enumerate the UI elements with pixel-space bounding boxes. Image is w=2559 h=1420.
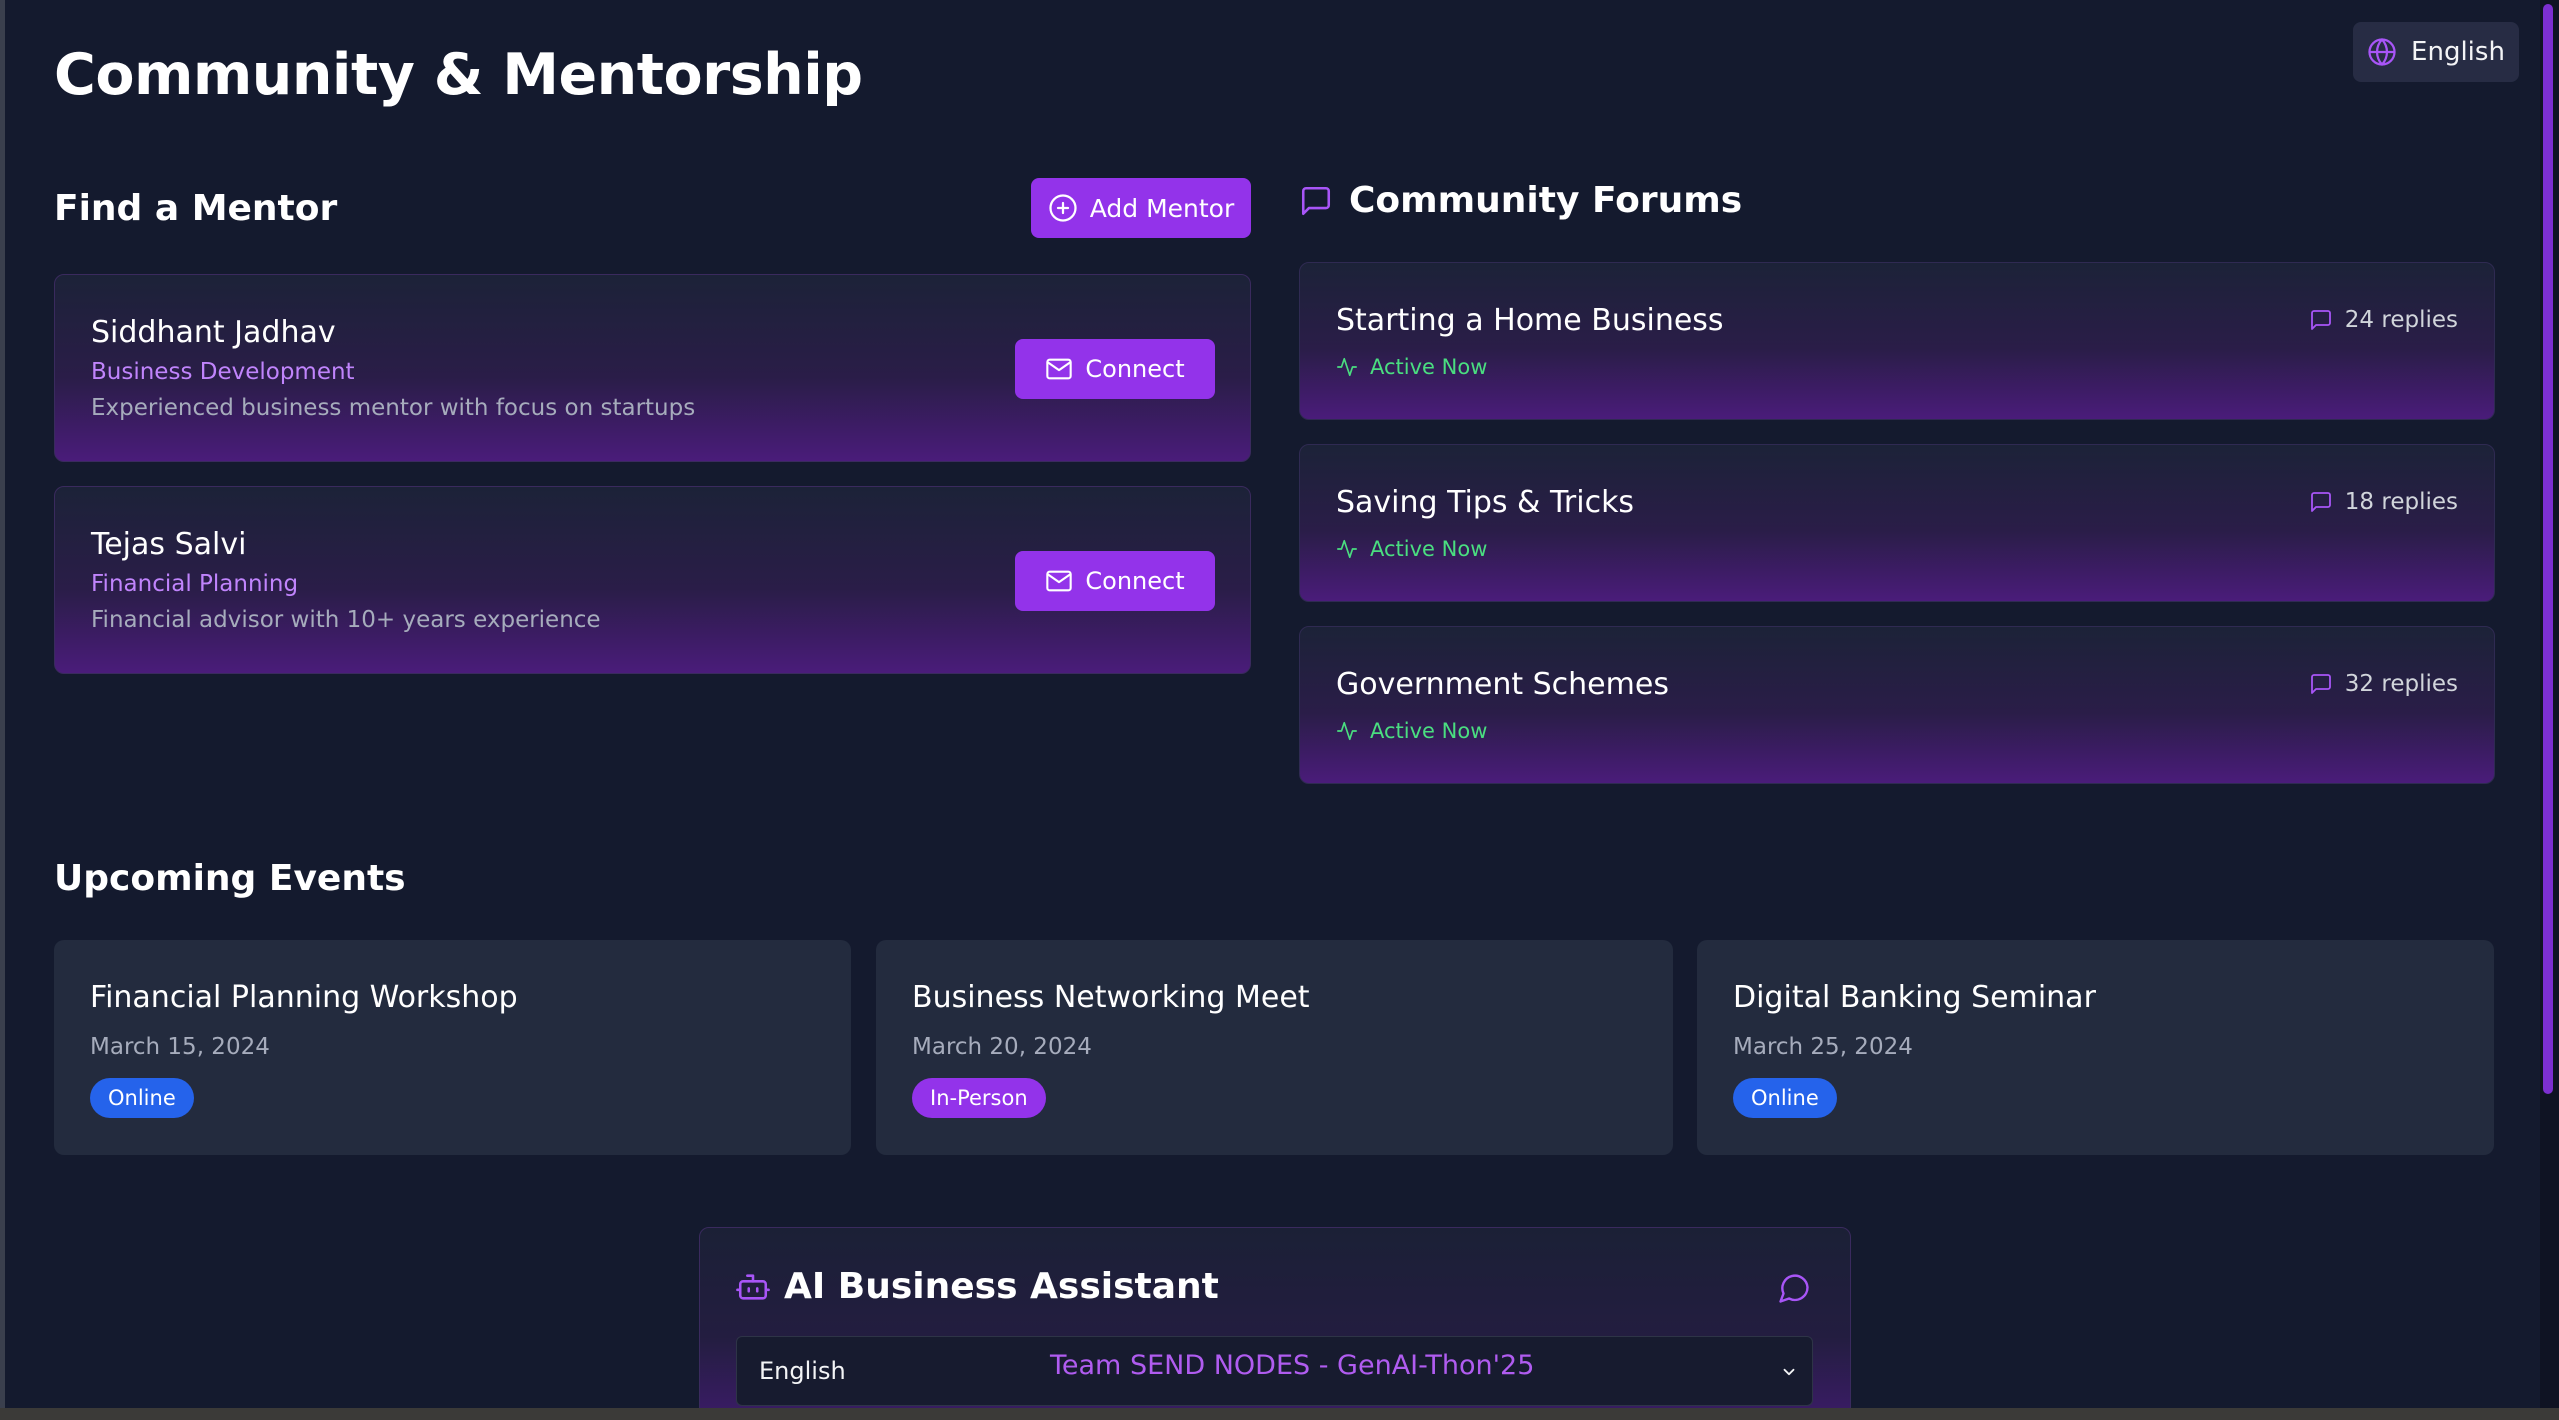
- message-square-icon: [2310, 674, 2331, 694]
- select-value: English: [759, 1357, 846, 1385]
- event-title: Financial Planning Workshop: [90, 980, 518, 1015]
- assistant-heading: AI Business Assistant: [736, 1266, 1219, 1307]
- event-mode-badge: Online: [90, 1078, 194, 1118]
- mail-icon: [1046, 358, 1073, 380]
- activity-icon: [1337, 357, 1357, 377]
- page-title: Community & Mentorship: [54, 42, 863, 108]
- activity-icon: [1337, 721, 1357, 741]
- activity-icon: [1337, 539, 1357, 559]
- forum-status: Active Now: [1336, 537, 1487, 561]
- forum-title: Government Schemes: [1336, 667, 1669, 702]
- mentor-card: Siddhant Jadhav Business Development Exp…: [54, 274, 1251, 462]
- event-date: March 20, 2024: [912, 1034, 1092, 1060]
- connect-button[interactable]: Connect: [1015, 551, 1215, 611]
- forum-status-text: Active Now: [1370, 537, 1488, 561]
- forum-status: Active Now: [1336, 355, 1487, 379]
- forum-title: Starting a Home Business: [1336, 303, 1724, 338]
- mentor-description: Financial advisor with 10+ years experie…: [91, 607, 601, 633]
- forum-replies-text: 24 replies: [2344, 307, 2458, 333]
- connect-label: Connect: [1085, 355, 1185, 383]
- forum-replies-text: 32 replies: [2344, 671, 2458, 697]
- mentor-description: Experienced business mentor with focus o…: [91, 395, 696, 421]
- forum-title: Saving Tips & Tricks: [1336, 485, 1635, 520]
- message-square-icon: [2310, 492, 2331, 512]
- forum-status-text: Active Now: [1370, 355, 1488, 379]
- mentor-name: Siddhant Jadhav: [91, 315, 336, 350]
- forum-status: Active Now: [1336, 719, 1487, 743]
- plus-circle-icon: [1049, 194, 1077, 222]
- forum-replies: 18 replies: [2309, 489, 2458, 515]
- ai-assistant-panel: AI Business Assistant English: [699, 1227, 1851, 1420]
- event-card[interactable]: Digital Banking Seminar March 25, 2024 O…: [1697, 940, 2494, 1155]
- window-frame-left: [0, 0, 5, 1420]
- event-card[interactable]: Financial Planning Workshop March 15, 20…: [54, 940, 851, 1155]
- scrollbar-thumb[interactable]: [2543, 4, 2553, 1094]
- event-mode-badge: Online: [1733, 1078, 1837, 1118]
- chevron-down-icon: [1783, 1368, 1795, 1376]
- mentor-card: Tejas Salvi Financial Planning Financial…: [54, 486, 1251, 674]
- event-date: March 15, 2024: [90, 1034, 270, 1060]
- forums-heading: Community Forums: [1299, 180, 1742, 221]
- forums-heading-text: Community Forums: [1349, 180, 1743, 221]
- mentor-role: Business Development: [91, 359, 355, 385]
- assistant-title: AI Business Assistant: [784, 1266, 1219, 1307]
- events-heading: Upcoming Events: [54, 858, 406, 899]
- add-mentor-label: Add Mentor: [1089, 193, 1235, 223]
- event-card[interactable]: Business Networking Meet March 20, 2024 …: [876, 940, 1673, 1155]
- bot-icon: [736, 1273, 770, 1300]
- page-scrollbar[interactable]: [2540, 0, 2559, 1408]
- globe-icon: [2368, 38, 2396, 66]
- language-label: English: [2411, 37, 2505, 67]
- message-square-icon: [2310, 310, 2331, 330]
- event-title: Digital Banking Seminar: [1733, 980, 2096, 1015]
- connect-label: Connect: [1085, 567, 1185, 595]
- connect-button[interactable]: Connect: [1015, 339, 1215, 399]
- forum-replies-text: 18 replies: [2344, 489, 2458, 515]
- window-frame-bottom: [0, 1408, 2559, 1420]
- mentor-role: Financial Planning: [91, 571, 299, 597]
- forum-card[interactable]: Starting a Home Business Active Now 24 r…: [1299, 262, 2495, 420]
- event-title: Business Networking Meet: [912, 980, 1310, 1015]
- forum-replies: 32 replies: [2309, 671, 2458, 697]
- team-credit: Team SEND NODES - GenAI-Thon'25: [1050, 1350, 1535, 1381]
- forum-card[interactable]: Government Schemes Active Now 32 replies: [1299, 626, 2495, 784]
- mail-icon: [1046, 570, 1073, 592]
- forum-card[interactable]: Saving Tips & Tricks Active Now 18 repli…: [1299, 444, 2495, 602]
- mentor-name: Tejas Salvi: [91, 527, 247, 562]
- message-square-icon: [1301, 186, 1331, 215]
- message-circle-icon[interactable]: [1776, 1270, 1812, 1306]
- mentors-heading: Find a Mentor: [54, 188, 338, 229]
- forum-status-text: Active Now: [1370, 719, 1488, 743]
- add-mentor-button[interactable]: Add Mentor: [1031, 178, 1251, 238]
- forum-replies: 24 replies: [2309, 307, 2458, 333]
- event-mode-badge: In-Person: [912, 1078, 1046, 1118]
- event-date: March 25, 2024: [1733, 1034, 1913, 1060]
- language-button[interactable]: English: [2353, 22, 2519, 82]
